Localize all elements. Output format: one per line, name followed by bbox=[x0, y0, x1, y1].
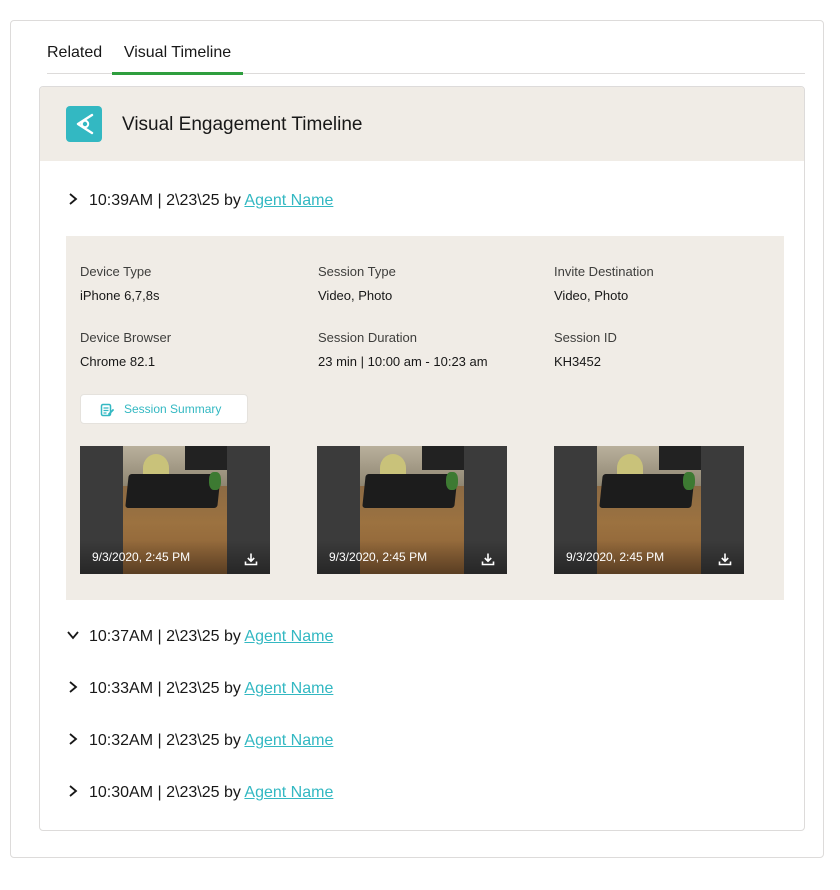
session-details-panel: Device Type iPhone 6,7,8s Session Type V… bbox=[66, 236, 784, 600]
card-title: Visual Engagement Timeline bbox=[122, 114, 363, 135]
session-type-value: Video, Photo bbox=[318, 288, 393, 303]
device-browser-label: Device Browser bbox=[80, 330, 172, 345]
agent-link[interactable]: Agent Name bbox=[244, 680, 333, 697]
chevron-right-icon[interactable] bbox=[66, 732, 80, 746]
chevron-right-icon[interactable] bbox=[66, 680, 80, 694]
chevron-down-icon[interactable] bbox=[66, 628, 80, 642]
snapshot-thumbnail[interactable]: 9/3/2020, 2:45 PM bbox=[80, 446, 270, 574]
device-type-value: iPhone 6,7,8s bbox=[80, 288, 160, 303]
session-type-label: Session Type bbox=[318, 264, 396, 279]
outer-panel: Related Visual Timeline Visual Engagemen… bbox=[10, 20, 824, 858]
device-type-label: Device Type bbox=[80, 264, 152, 279]
agent-link[interactable]: Agent Name bbox=[244, 192, 333, 209]
entry-by: by bbox=[223, 732, 241, 749]
entry-time: 10:30AM bbox=[89, 784, 154, 801]
entry-date: 2\23\25 bbox=[166, 192, 220, 209]
session-id-label: Session ID bbox=[554, 330, 617, 345]
card-header: Visual Engagement Timeline bbox=[40, 87, 804, 161]
entry-separator: | bbox=[157, 784, 162, 801]
invite-destination-label: Invite Destination bbox=[554, 264, 654, 279]
chevron-right-icon[interactable] bbox=[66, 192, 80, 206]
chevron-right-icon[interactable] bbox=[66, 784, 80, 798]
entry-by: by bbox=[223, 784, 241, 801]
tab-related[interactable]: Related bbox=[47, 41, 111, 73]
download-icon[interactable] bbox=[718, 552, 732, 566]
entry-time: 10:32AM bbox=[89, 732, 154, 749]
entry-date: 2\23\25 bbox=[166, 784, 220, 801]
entry-by: by bbox=[223, 628, 241, 645]
snapshot-timestamp: 9/3/2020, 2:45 PM bbox=[92, 550, 191, 564]
entry-separator: | bbox=[157, 732, 162, 749]
notes-icon bbox=[100, 403, 114, 417]
session-summary-button[interactable]: Session Summary bbox=[80, 394, 248, 424]
entry-by: by bbox=[223, 192, 241, 209]
agent-link[interactable]: Agent Name bbox=[244, 732, 333, 749]
timeline-entry[interactable]: 10:33AM | 2\23\25 by Agent Name bbox=[66, 677, 333, 701]
agent-link[interactable]: Agent Name bbox=[244, 628, 333, 645]
snapshot-thumbnail[interactable]: 9/3/2020, 2:45 PM bbox=[317, 446, 507, 574]
timeline-entry[interactable]: 10:37AM | 2\23\25 by Agent Name bbox=[66, 625, 333, 649]
session-duration-label: Session Duration bbox=[318, 330, 417, 345]
snapshot-thumbnail[interactable]: 9/3/2020, 2:45 PM bbox=[554, 446, 744, 574]
entry-by: by bbox=[223, 680, 241, 697]
session-summary-label: Session Summary bbox=[124, 402, 222, 416]
device-browser-value: Chrome 82.1 bbox=[80, 354, 156, 369]
entry-time: 10:39AM bbox=[89, 192, 154, 209]
download-icon[interactable] bbox=[481, 552, 495, 566]
entry-separator: | bbox=[157, 680, 162, 697]
download-icon[interactable] bbox=[244, 552, 258, 566]
snapshot-timestamp: 9/3/2020, 2:45 PM bbox=[566, 550, 665, 564]
eye-icon bbox=[66, 106, 102, 142]
session-duration-value: 23 min | 10:00 am - 10:23 am bbox=[318, 354, 488, 369]
entry-separator: | bbox=[157, 628, 162, 645]
agent-link[interactable]: Agent Name bbox=[244, 784, 333, 801]
timeline-card: Visual Engagement Timeline 10:39AM | 2\2… bbox=[39, 86, 805, 831]
entry-time: 10:37AM bbox=[89, 628, 154, 645]
entry-date: 2\23\25 bbox=[166, 732, 220, 749]
tab-bar: Related Visual Timeline bbox=[47, 41, 805, 75]
timeline-entry[interactable]: 10:39AM | 2\23\25 by Agent Name bbox=[66, 189, 333, 213]
entry-separator: | bbox=[157, 192, 162, 209]
timeline-entry[interactable]: 10:32AM | 2\23\25 by Agent Name bbox=[66, 729, 333, 753]
timeline-entry[interactable]: 10:30AM | 2\23\25 by Agent Name bbox=[66, 781, 333, 805]
entry-time: 10:33AM bbox=[89, 680, 154, 697]
tab-visual-timeline[interactable]: Visual Timeline bbox=[112, 41, 243, 75]
entry-date: 2\23\25 bbox=[166, 628, 220, 645]
invite-destination-value: Video, Photo bbox=[554, 288, 629, 303]
entry-date: 2\23\25 bbox=[166, 680, 220, 697]
session-id-value: KH3452 bbox=[554, 354, 601, 369]
snapshot-timestamp: 9/3/2020, 2:45 PM bbox=[329, 550, 428, 564]
